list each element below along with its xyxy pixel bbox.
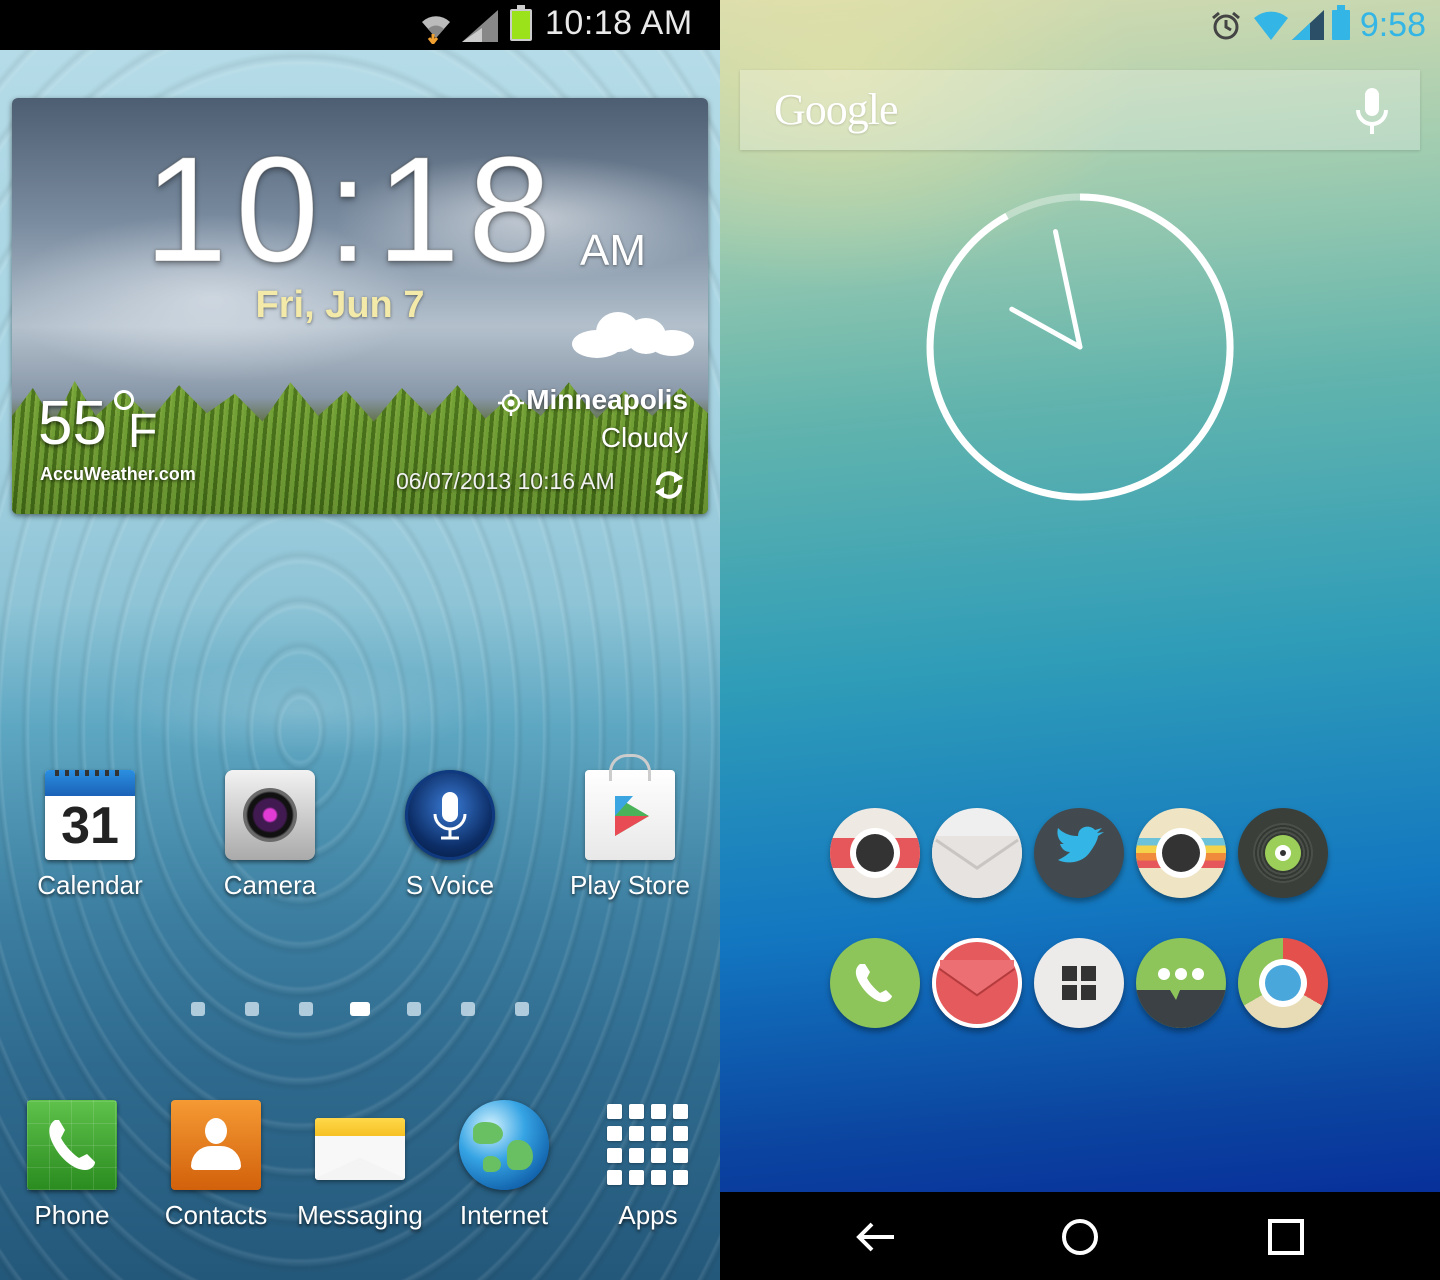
widget-clock-ampm: AM (580, 226, 646, 275)
phone-icon[interactable] (830, 938, 920, 1028)
twitter-icon[interactable] (1034, 808, 1124, 898)
location-icon (498, 390, 524, 416)
temperature-unit: F (128, 405, 158, 458)
calendar-icon: 31 (45, 770, 135, 860)
microphone-icon (405, 770, 495, 860)
weather-condition: Cloudy (600, 422, 688, 453)
camera-icon[interactable] (1136, 808, 1226, 898)
page-dot[interactable] (245, 1002, 259, 1016)
calendar-day: 31 (61, 797, 119, 855)
temperature: 55 (38, 389, 107, 458)
dock-apps[interactable]: Apps (563, 1100, 720, 1231)
recents-icon[interactable] (1256, 1212, 1316, 1262)
mail-icon[interactable] (932, 808, 1022, 898)
app-label: Calendar (37, 870, 143, 900)
left-phone-screen: 10:18 AM 10:18 AM Fri, Jun 7 55 F AccuWe… (0, 0, 720, 1280)
page-dot[interactable] (407, 1002, 421, 1016)
analog-clock-widget[interactable] (925, 192, 1235, 502)
refresh-icon[interactable] (652, 468, 686, 502)
app-camera[interactable]: Camera (185, 770, 355, 901)
status-bar: 10:18 AM (0, 0, 720, 50)
clock-hour-hand (1009, 306, 1083, 350)
status-bar: 9:58 (720, 0, 1440, 50)
home-icon[interactable] (1050, 1212, 1110, 1262)
widget-date: Fri, Jun 7 (255, 284, 425, 326)
wifi-icon (1254, 11, 1288, 40)
status-time: 9:58 (1359, 6, 1426, 44)
right-phone-screen: 9:58 Google (720, 0, 1440, 1280)
play-store-icon (585, 754, 675, 860)
weather-updated-time: 06/07/2013 10:16 AM (396, 468, 615, 494)
alarm-icon (1212, 11, 1240, 40)
app-s-voice[interactable]: S Voice (365, 770, 535, 901)
page-dot[interactable] (515, 1002, 529, 1016)
weather-clock-widget[interactable]: 10:18 AM Fri, Jun 7 55 F AccuWeather.com… (12, 98, 708, 514)
back-icon[interactable] (848, 1212, 908, 1262)
page-dot[interactable] (191, 1002, 205, 1016)
phone-icon (27, 1100, 117, 1190)
weather-city: Minneapolis (526, 384, 688, 415)
signal-icon (1292, 10, 1324, 40)
weather-provider[interactable]: AccuWeather.com (40, 464, 196, 485)
app-play-store[interactable]: Play Store (545, 754, 715, 901)
battery-icon (1332, 5, 1350, 40)
wifi-icon (422, 16, 450, 44)
status-time: 10:18 AM (545, 4, 693, 42)
battery-icon (510, 5, 532, 41)
app-label: Camera (223, 870, 317, 900)
chrome-icon[interactable] (1238, 938, 1328, 1028)
apps-grid-icon (603, 1100, 693, 1190)
camera-icon[interactable] (830, 808, 920, 898)
messaging-icon[interactable] (1136, 938, 1226, 1028)
google-search-bar[interactable]: Google (740, 70, 1420, 150)
page-dot[interactable] (461, 1002, 475, 1016)
camera-icon (225, 770, 315, 860)
navigation-bar (720, 1192, 1440, 1280)
apps-grid-icon[interactable] (1034, 938, 1124, 1028)
app-label: Play Store (570, 870, 690, 900)
app-label: Apps (618, 1200, 678, 1230)
messaging-icon (315, 1100, 405, 1190)
app-label: S Voice (405, 870, 495, 900)
app-calendar[interactable]: 31 Calendar (5, 770, 175, 901)
clock-minute-hand (1052, 229, 1083, 350)
globe-icon (459, 1100, 549, 1190)
contacts-icon (171, 1100, 261, 1190)
page-dot[interactable] (299, 1002, 313, 1016)
signal-icon (462, 10, 498, 42)
music-icon[interactable] (1238, 808, 1328, 898)
gmail-icon[interactable] (932, 938, 1022, 1028)
page-dot-active[interactable] (350, 1002, 370, 1016)
google-logo: Google (774, 85, 899, 134)
mic-icon[interactable] (1354, 88, 1390, 134)
widget-clock-time: 10:18 (143, 125, 560, 293)
